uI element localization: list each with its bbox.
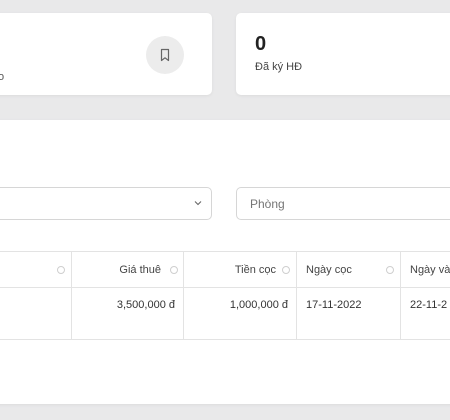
column-header-move-in-date[interactable]: Ngày và bbox=[410, 252, 450, 287]
bookmark-icon bbox=[160, 48, 170, 62]
contracts-table: Giá thuê Tiền cọc Ngày cọc Ngày và 3,500… bbox=[0, 251, 450, 340]
column-header-rent[interactable]: Giá thuê bbox=[71, 252, 183, 287]
sort-icon[interactable] bbox=[386, 266, 394, 274]
column-header-deposit-date[interactable]: Ngày cọc bbox=[306, 252, 386, 287]
stat-card-left: o bbox=[0, 13, 212, 95]
column-header-deposit[interactable]: Tiền cọc bbox=[183, 252, 296, 287]
chevron-down-icon bbox=[194, 201, 202, 206]
sort-icon[interactable] bbox=[170, 266, 178, 274]
stat-card-signed-contracts: 0 Đã ký HĐ bbox=[236, 13, 450, 95]
stat-label: Đã ký HĐ bbox=[255, 61, 303, 73]
table-cell bbox=[0, 288, 71, 339]
table-cell-deposit: 1,000,000 đ bbox=[229, 299, 288, 311]
table-cell-rent: 3,500,000 đ bbox=[116, 299, 175, 311]
room-search-input[interactable] bbox=[236, 187, 450, 220]
sort-icon[interactable] bbox=[282, 266, 290, 274]
bookmark-icon-badge bbox=[146, 36, 184, 74]
table-cell-deposit-date: 17-11-2022 bbox=[306, 299, 362, 311]
table-row: 3,500,000 đ 1,000,000 đ 17-11-2022 22-11… bbox=[0, 287, 450, 340]
filter-select[interactable] bbox=[0, 187, 212, 220]
table-header-row: Giá thuê Tiền cọc Ngày cọc Ngày và bbox=[0, 251, 450, 287]
table-cell-move-in-date: 22-11-2 bbox=[410, 299, 448, 311]
sort-icon[interactable] bbox=[57, 266, 65, 274]
stat-label-left: o bbox=[0, 71, 5, 83]
stat-value: 0 bbox=[255, 33, 267, 55]
